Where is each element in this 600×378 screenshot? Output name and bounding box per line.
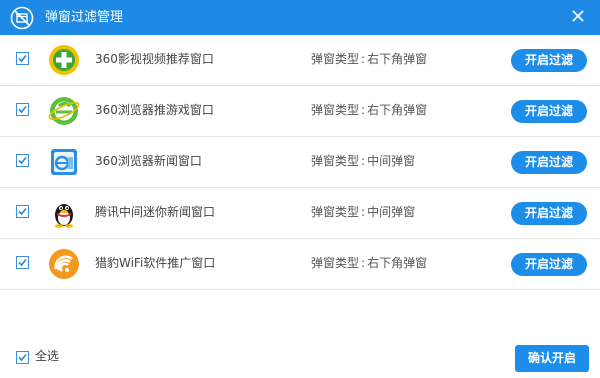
popup-name: 腾讯中间迷你新闻窗口 (95, 205, 216, 219)
360-browser-icon (48, 95, 80, 127)
popup-type-label: 弹窗类型 (311, 154, 360, 168)
title-bar: 弹窗过滤管理 (0, 0, 600, 35)
popup-type-value: 中间弹窗 (367, 205, 416, 219)
row-checkbox[interactable] (16, 256, 29, 269)
row-checkbox[interactable] (16, 52, 29, 65)
enable-filter-button[interactable]: 开启过滤 (511, 253, 587, 276)
row-checkbox[interactable] (16, 103, 29, 116)
qq-penguin-icon (48, 197, 80, 229)
popup-type-label: 弹窗类型 (311, 52, 360, 66)
checkmark-icon (18, 353, 27, 362)
checkmark-icon (18, 258, 27, 267)
popup-type-value: 右下角弹窗 (367, 52, 428, 66)
360-browser-news-icon (48, 146, 80, 178)
popup-type-label: 弹窗类型 (311, 256, 360, 270)
list-item: 360影视视频推荐窗口 弹窗类型: 右下角弹窗 开启过滤 (0, 35, 600, 86)
enable-filter-button[interactable]: 开启过滤 (511, 202, 587, 225)
popup-type-label: 弹窗类型 (311, 205, 360, 219)
cheetah-wifi-icon (48, 248, 80, 280)
popup-type: 弹窗类型: 右下角弹窗 (311, 256, 428, 270)
popup-type-value: 中间弹窗 (367, 154, 416, 168)
no-popup-icon (10, 6, 34, 30)
popup-type-label: 弹窗类型 (311, 103, 360, 117)
enable-filter-button[interactable]: 开启过滤 (511, 151, 587, 174)
row-checkbox[interactable] (16, 154, 29, 167)
checkmark-icon (18, 105, 27, 114)
popup-name: 360浏览器新闻窗口 (95, 154, 202, 168)
popup-type: 弹窗类型: 右下角弹窗 (311, 52, 428, 66)
list-item: 腾讯中间迷你新闻窗口 弹窗类型: 中间弹窗 开启过滤 (0, 188, 600, 239)
checkmark-icon (18, 54, 27, 63)
list-item: 猎豹WiFi软件推广窗口 弹窗类型: 右下角弹窗 开启过滤 (0, 239, 600, 290)
row-checkbox[interactable] (16, 205, 29, 218)
popup-type: 弹窗类型: 中间弹窗 (311, 154, 416, 168)
popup-type: 弹窗类型: 中间弹窗 (311, 205, 416, 219)
popup-type: 弹窗类型: 右下角弹窗 (311, 103, 428, 117)
checkmark-icon (18, 156, 27, 165)
list-item: 360浏览器推游戏窗口 弹窗类型: 右下角弹窗 开启过滤 (0, 86, 600, 137)
enable-filter-button[interactable]: 开启过滤 (511, 49, 587, 72)
close-icon (572, 10, 584, 22)
select-all-label[interactable]: 全选 (35, 348, 59, 365)
popup-name: 360浏览器推游戏窗口 (95, 103, 214, 117)
popup-name: 360影视视频推荐窗口 (95, 52, 214, 66)
popup-type-value: 右下角弹窗 (367, 103, 428, 117)
close-button[interactable] (566, 4, 590, 28)
popup-list: 360影视视频推荐窗口 弹窗类型: 右下角弹窗 开启过滤 360浏览器推游戏窗口 … (0, 35, 600, 290)
popup-name: 猎豹WiFi软件推广窗口 (95, 256, 216, 270)
popup-filter-window: 弹窗过滤管理 360影视视频推荐窗口 弹窗类型: 右下角弹窗 开启过滤 360浏… (0, 0, 600, 378)
select-all-checkbox[interactable] (16, 351, 29, 364)
popup-type-value: 右下角弹窗 (367, 256, 428, 270)
checkmark-icon (18, 207, 27, 216)
enable-filter-button[interactable]: 开启过滤 (511, 100, 587, 123)
confirm-enable-button[interactable]: 确认开启 (515, 345, 589, 372)
360-video-icon (48, 44, 80, 76)
window-title: 弹窗过滤管理 (45, 10, 124, 25)
list-item: 360浏览器新闻窗口 弹窗类型: 中间弹窗 开启过滤 (0, 137, 600, 188)
